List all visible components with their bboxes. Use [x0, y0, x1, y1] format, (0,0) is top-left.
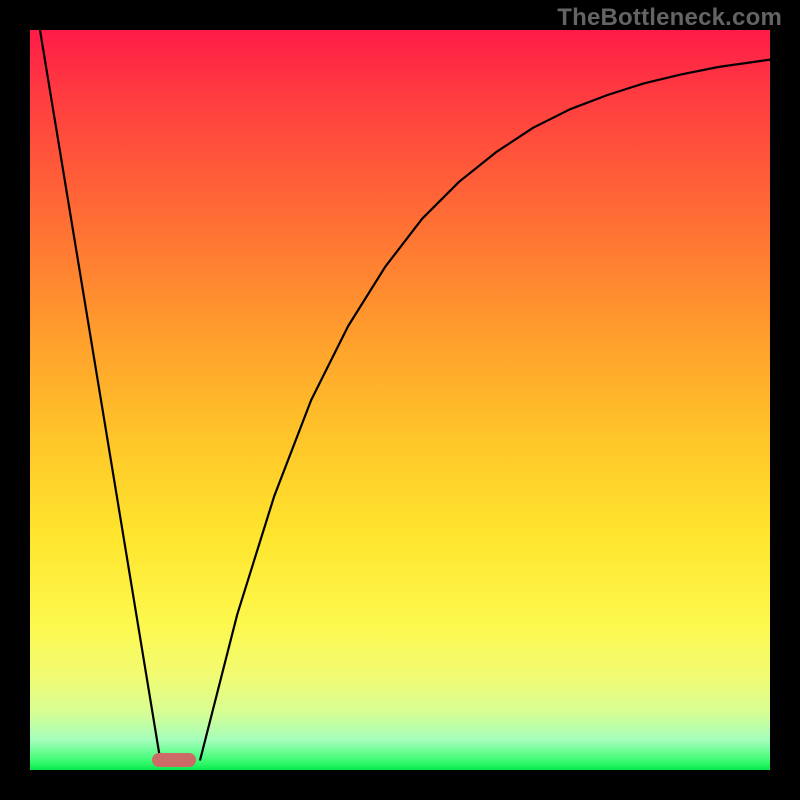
- curve-right: [200, 60, 770, 760]
- curve-left: [40, 30, 160, 760]
- curve-svg: [30, 30, 770, 770]
- optimum-marker: [152, 753, 196, 767]
- plot-area: [30, 30, 770, 770]
- chart-frame: TheBottleneck.com: [0, 0, 800, 800]
- watermark-text: TheBottleneck.com: [557, 4, 782, 32]
